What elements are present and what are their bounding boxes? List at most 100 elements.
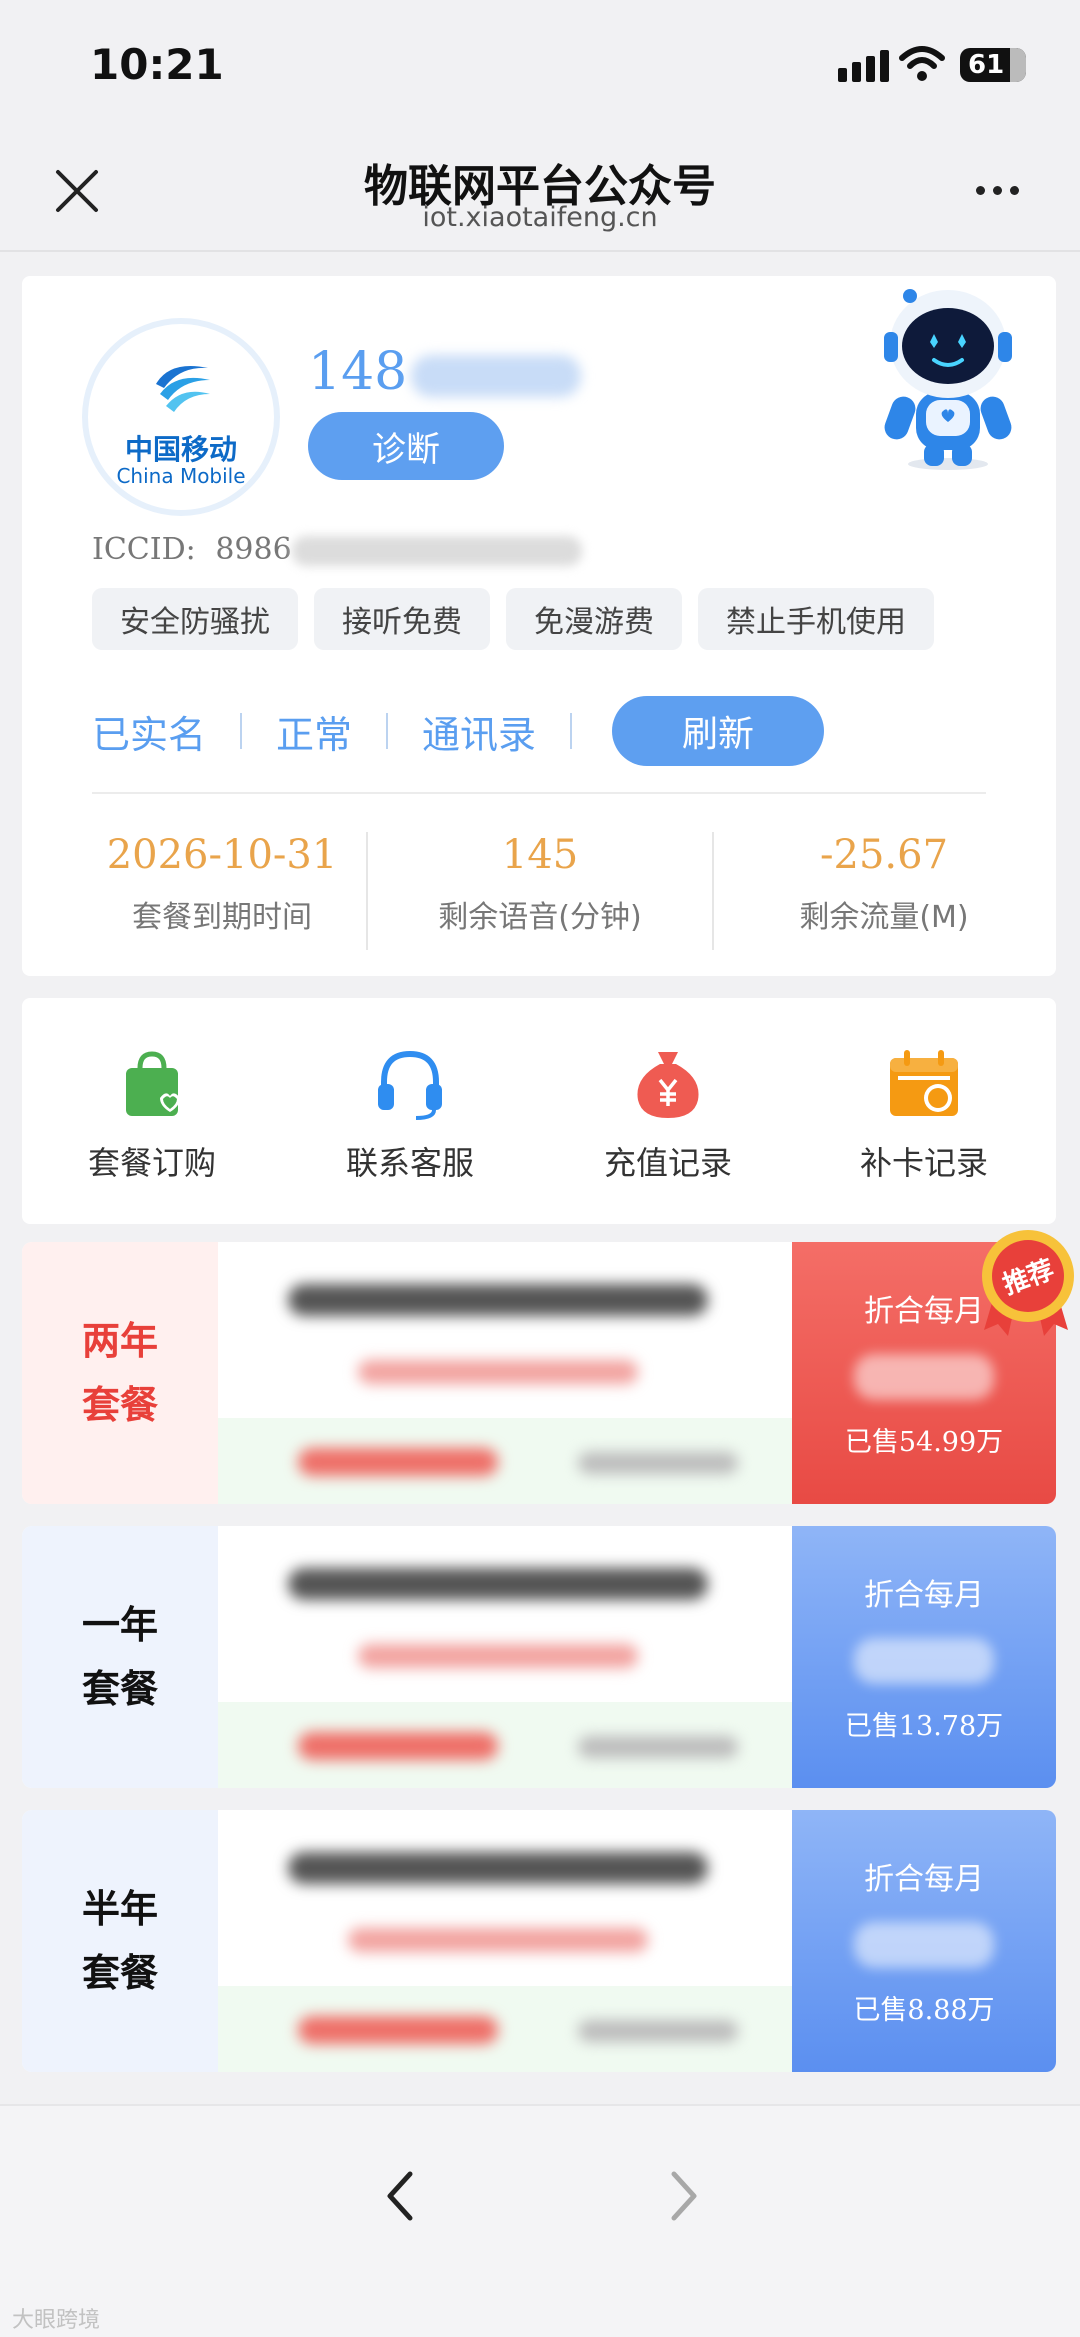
package-price-blurred — [298, 1448, 498, 1476]
per-month-price-blurred — [854, 1638, 994, 1684]
stat-expiry: 2026-10-31 套餐到期时间 — [52, 832, 392, 936]
refresh-button[interactable]: 刷新 — [612, 696, 825, 766]
browser-bottom-bar: 大眼跨境 — [0, 2104, 1080, 2337]
status-normal: 正常 — [276, 712, 353, 757]
package-price-panel: 折合每月 已售13.78万 — [792, 1526, 1056, 1788]
china-mobile-logo-icon — [156, 366, 210, 412]
stat-voice-value: 145 — [501, 832, 579, 878]
wifi-icon — [899, 46, 945, 81]
iccid-row: ICCID: 8986 — [92, 532, 582, 567]
package-original-price-blurred — [578, 1736, 738, 1758]
chevron-right-icon[interactable] — [664, 2166, 704, 2226]
package-two-year[interactable]: 两年 套餐 折合每月 已售54.99万 — [22, 1242, 1056, 1504]
battery-level: 61 — [968, 50, 1005, 80]
page-url: iot.xiaotaifeng.cn — [422, 202, 658, 233]
package-details-blurred — [218, 1242, 792, 1504]
package-name-line2: 套餐 — [81, 1951, 158, 1995]
stat-data: -25.67 剩余流量(M) — [714, 832, 1054, 936]
package-details-blurred — [218, 1810, 792, 2072]
per-month-price-blurred — [854, 1354, 994, 1400]
package-title-blurred — [288, 1852, 708, 1884]
package-name: 一年 套餐 — [22, 1526, 218, 1788]
status-separator — [240, 713, 243, 749]
tag-no-phone-use: 禁止手机使用 — [698, 588, 934, 650]
status-bar: 10:21 61 — [0, 0, 1080, 130]
tag-no-roaming: 免漫游费 — [506, 588, 682, 650]
iccid-prefix: 8986 — [215, 532, 292, 567]
package-name-line1: 两年 — [81, 1319, 158, 1363]
sim-status-row: 已实名 正常 通讯录 刷新 — [92, 696, 825, 766]
headset-icon — [378, 1050, 442, 1120]
action-customer-service-label: 联系客服 — [345, 1144, 474, 1182]
stat-data-value: -25.67 — [819, 832, 949, 878]
package-subtitle-blurred — [358, 1360, 638, 1384]
phone-number: 148 — [308, 342, 582, 402]
action-customer-service[interactable]: 联系客服 — [300, 1046, 520, 1184]
package-one-year[interactable]: 一年套餐 折合每月 已售13.78万 — [22, 1526, 1056, 1788]
logo-text-cn: 中国移动 — [124, 433, 237, 466]
phone-number-prefix: 148 — [308, 342, 408, 402]
stat-expiry-value: 2026-10-31 — [106, 832, 338, 878]
stat-voice-label: 剩余语音(分钟) — [438, 900, 642, 935]
package-name: 两年 套餐 — [22, 1242, 218, 1504]
package-name-line1: 一年 — [81, 1603, 158, 1647]
iccid-blurred — [291, 536, 582, 566]
tag-anti-harassment: 安全防骚扰 — [92, 588, 298, 650]
stat-voice: 145 剩余语音(分钟) — [370, 832, 710, 936]
action-card-replacement-label: 补卡记录 — [859, 1144, 988, 1182]
status-separator — [386, 713, 389, 749]
iccid-label: ICCID: — [92, 532, 196, 567]
action-plan-order[interactable]: 套餐订购 — [42, 1046, 262, 1184]
action-recharge-records[interactable]: 充值记录 — [558, 1046, 778, 1184]
package-name-line2: 套餐 — [81, 1383, 158, 1427]
quick-actions-card: 套餐订购 联系客服 充值记录 补卡记录 — [22, 998, 1056, 1224]
robot-mascot-icon — [884, 289, 1012, 470]
chevron-left-icon[interactable] — [380, 2166, 420, 2226]
sold-count: 已售13.78万 — [844, 1711, 1004, 1742]
package-name-line1: 半年 — [81, 1887, 158, 1931]
battery-icon: 61 — [960, 48, 1026, 82]
card-divider — [92, 792, 986, 794]
stat-separator — [366, 832, 368, 950]
signal-icon — [838, 50, 889, 82]
diagnose-button[interactable]: 诊断 — [308, 412, 504, 480]
package-half-year[interactable]: 半年套餐 折合每月 已售8.88万 — [22, 1810, 1056, 2072]
stat-data-label: 剩余流量(M) — [799, 900, 969, 935]
package-price-panel: 折合每月 已售8.88万 — [792, 1810, 1056, 2072]
status-time: 10:21 — [90, 40, 224, 89]
per-month-label: 折合每月 — [864, 1862, 984, 1897]
feature-tags: 安全防骚扰 接听免费 免漫游费 禁止手机使用 — [92, 588, 934, 650]
package-name: 半年 套餐 — [22, 1810, 218, 2072]
china-mobile-logo: 中国移动 China Mobile — [82, 318, 280, 516]
tag-free-answer: 接听免费 — [314, 588, 490, 650]
sold-count: 已售54.99万 — [844, 1427, 1004, 1458]
per-month-label: 折合每月 — [864, 1578, 984, 1613]
nav-divider — [0, 250, 1080, 252]
per-month-price-blurred — [854, 1922, 994, 1968]
package-title-blurred — [288, 1568, 708, 1600]
calendar-icon — [890, 1050, 958, 1116]
action-card-replacement[interactable]: 补卡记录 — [814, 1046, 1034, 1184]
package-title-blurred — [288, 1284, 708, 1316]
package-original-price-blurred — [578, 1452, 738, 1474]
status-separator — [570, 713, 573, 749]
package-subtitle-blurred — [358, 1644, 638, 1668]
money-bag-icon — [637, 1052, 699, 1118]
status-verified: 已实名 — [92, 712, 207, 757]
package-name-line2: 套餐 — [81, 1667, 158, 1711]
package-price-blurred — [298, 1732, 498, 1760]
recommend-badge-icon: 推荐 — [982, 1230, 1074, 1336]
watermark: 大眼跨境 — [12, 2308, 101, 2333]
phone-number-blurred — [411, 354, 582, 397]
status-contacts[interactable]: 通讯录 — [422, 704, 536, 759]
package-subtitle-blurred — [348, 1928, 648, 1952]
action-recharge-records-label: 充值记录 — [603, 1144, 732, 1182]
nav-bar: 物联网平台公众号 iot.xiaotaifeng.cn — [0, 130, 1080, 252]
more-icon[interactable] — [976, 186, 1019, 195]
package-details-blurred — [218, 1526, 792, 1788]
logo-text-en: China Mobile — [116, 464, 246, 488]
stat-expiry-label: 套餐到期时间 — [132, 900, 312, 935]
action-plan-order-label: 套餐订购 — [87, 1144, 216, 1182]
shopping-bag-icon — [126, 1051, 180, 1116]
sold-count: 已售8.88万 — [853, 1995, 995, 2026]
